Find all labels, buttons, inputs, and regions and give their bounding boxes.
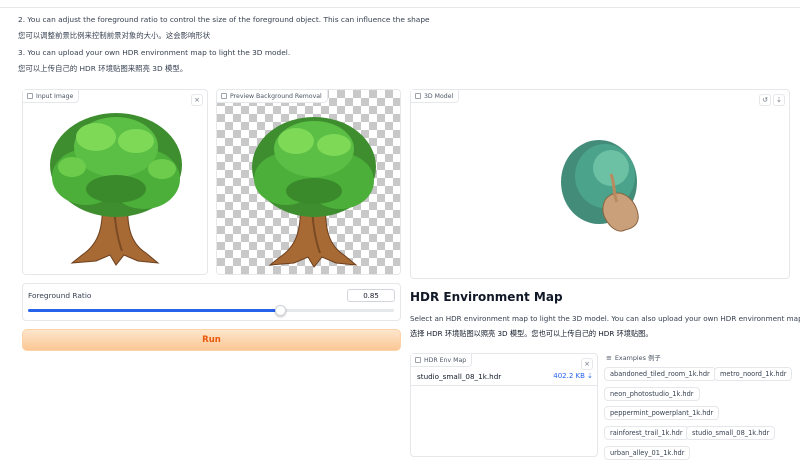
foreground-ratio-label: Foreground Ratio (28, 291, 92, 300)
instruction-step3-zh: 您可以上传自己的 HDR 环境贴图来照亮 3D 模型。 (18, 64, 188, 73)
file-divider (411, 385, 598, 386)
example-item[interactable]: studio_small_08_1k.hdr (686, 426, 776, 440)
example-item[interactable]: urban_alley_01_1k.hdr (604, 446, 691, 460)
example-item[interactable]: metro_noord_1k.hdr (714, 367, 793, 381)
run-button[interactable]: Run (22, 329, 401, 351)
file-icon (415, 93, 421, 99)
preview-label: Preview Background Removal (217, 90, 328, 103)
slider-fill (28, 309, 281, 312)
example-item[interactable]: abandoned_tiled_room_1k.hdr (604, 367, 716, 381)
foreground-ratio-block (22, 283, 401, 321)
3d-model-render (561, 140, 639, 232)
examples-label-text: Examples 例子 (614, 354, 661, 362)
close-icon[interactable]: × (581, 358, 593, 370)
image-icon (27, 93, 33, 99)
model-panel[interactable]: 3D Model ↺ ⇣ (410, 89, 790, 279)
example-item[interactable]: rainforest_trail_1k.hdr (604, 426, 689, 440)
hdr-file-panel[interactable]: HDR Env Map × (410, 353, 598, 457)
model-label: 3D Model (411, 90, 460, 103)
hdr-file-size[interactable]: 402.2 KB ⇣ (553, 372, 593, 380)
instruction-step3-en: 3. You can upload your own HDR environme… (18, 48, 291, 57)
example-item[interactable]: peppermint_powerplant_1k.hdr (604, 406, 720, 420)
image-icon (221, 93, 227, 99)
top-divider (0, 0, 800, 8)
hdr-file-label-text: HDR Env Map (424, 356, 467, 364)
list-icon: ≡ (606, 353, 612, 362)
hdr-description-en: Select an HDR environment map to light t… (410, 314, 800, 323)
instruction-step2-zh: 您可以调整前景比例来控制前景对象的大小。这会影响形状 (18, 31, 211, 40)
input-image-panel[interactable]: Input Image × (22, 89, 208, 275)
tree-image (50, 113, 182, 266)
examples-label: ≡ Examples 例子 (606, 353, 661, 363)
download-icon[interactable]: ⇣ (773, 94, 785, 106)
close-icon[interactable]: × (191, 94, 203, 106)
file-icon (415, 357, 421, 363)
hdr-file-name: studio_small_08_1k.hdr (417, 372, 502, 381)
hdr-file-row[interactable]: studio_small_08_1k.hdr 402.2 KB ⇣ (417, 372, 593, 381)
hdr-description-zh: 选择 HDR 环境贴图以照亮 3D 模型。您也可以上传自己的 HDR 环境贴图。 (410, 329, 653, 338)
instruction-step2-en: 2. You can adjust the foreground ratio t… (18, 15, 430, 24)
input-image-label-text: Input Image (36, 92, 74, 100)
hdr-file-label: HDR Env Map (411, 354, 473, 367)
slider-thumb[interactable] (275, 305, 287, 316)
input-image-label: Input Image (23, 90, 80, 103)
preview-label-text: Preview Background Removal (230, 92, 322, 100)
model-label-text: 3D Model (424, 92, 454, 100)
undo-icon[interactable]: ↺ (759, 94, 771, 106)
example-item[interactable]: neon_photostudio_1k.hdr (604, 387, 700, 401)
preview-panel: Preview Background Removal (216, 89, 401, 275)
foreground-ratio-slider[interactable] (28, 309, 394, 312)
hdr-section-title: HDR Environment Map (410, 290, 563, 304)
tree-preview-image (252, 117, 376, 268)
foreground-ratio-input[interactable]: 0.85 (347, 289, 395, 302)
